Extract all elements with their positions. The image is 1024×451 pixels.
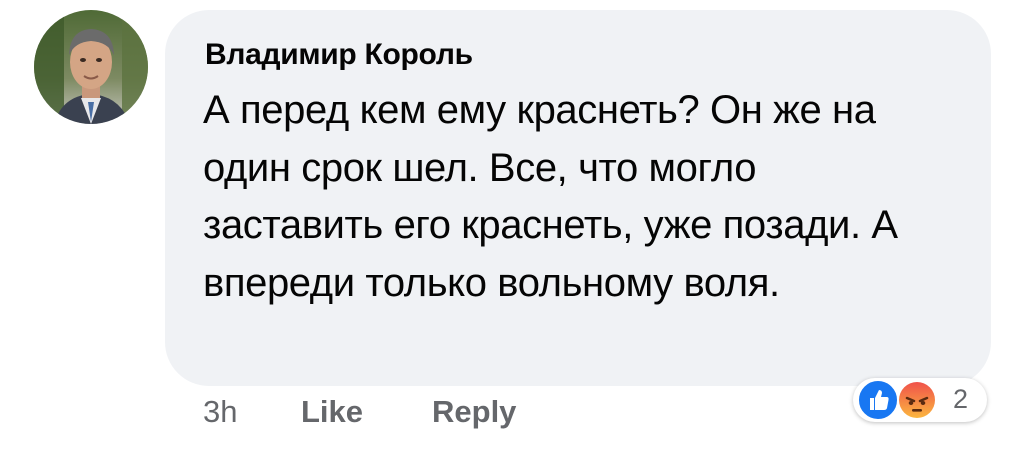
like-icon [857,379,899,421]
comment-timestamp[interactable]: 3h [203,394,237,430]
comment-author[interactable]: Владимир Король [205,38,473,72]
comment-bubble: Владимир Король А перед кем ему краснеть… [165,10,991,386]
author-photo [34,10,148,124]
reaction-summary[interactable]: 2 [853,378,989,424]
comment-text: А перед кем ему краснеть? Он же на один … [203,88,898,305]
reply-button[interactable]: Reply [432,394,516,430]
angry-icon [898,381,936,419]
like-button[interactable]: Like [301,394,363,430]
reaction-count: 2 [953,384,969,414]
avatar[interactable] [34,10,148,124]
